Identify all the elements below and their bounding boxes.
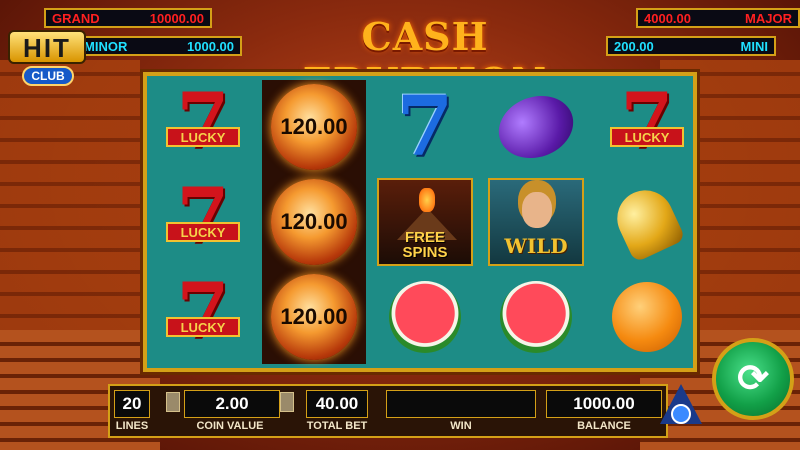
eye-icon <box>671 404 691 424</box>
coin-value-label: COIN VALUE <box>196 420 264 432</box>
lines-label: LINES <box>115 420 149 432</box>
grand-jackpot: GRAND 10000.00 <box>44 8 212 28</box>
major-jackpot-value: 4000.00 <box>644 10 691 26</box>
mini-jackpot-value: 200.00 <box>614 38 654 54</box>
balance-label: BALANCE <box>577 420 631 432</box>
watermelon-symbol <box>373 270 477 364</box>
orange-symbol <box>595 270 699 364</box>
grand-jackpot-label: GRAND <box>52 10 100 26</box>
coin-value[interactable]: 2.00 <box>184 390 280 418</box>
logo-sub: CLUB <box>22 66 74 86</box>
cash-fireball-symbol: 120.00 <box>262 270 366 364</box>
spin-button[interactable]: ⟳ <box>712 338 794 420</box>
hitclub-logo: HIT CLUB <box>8 26 86 90</box>
blue-seven-symbol: 7 <box>396 79 454 175</box>
reel-2: 120.00 120.00 120.00 <box>262 80 366 364</box>
lucky-seven-symbol: 7 LUCKY <box>151 175 255 269</box>
lines-value[interactable]: 20 <box>114 390 150 418</box>
major-jackpot-label: MAJOR <box>745 10 792 26</box>
fireball-value: 120.00 <box>280 114 348 139</box>
minor-jackpot-value: 1000.00 <box>187 38 234 54</box>
watermelon-symbol <box>484 270 588 364</box>
coin-decrease-button[interactable] <box>166 392 180 412</box>
fireball-value: 120.00 <box>280 304 348 329</box>
mini-jackpot-label: MINI <box>740 38 768 54</box>
win-label: WIN <box>450 420 472 432</box>
refresh-icon: ⟳ <box>737 358 769 400</box>
wild-goddess-symbol: WILD <box>484 175 588 269</box>
paytable-info-button[interactable] <box>660 384 702 436</box>
reel-1: 7 LUCKY 7 LUCKY 7 LUCKY <box>151 80 255 364</box>
reels-frame: 7 LUCKY 7 LUCKY 7 LUCKY 120.00 120.00 120.0… <box>143 72 697 372</box>
major-jackpot: 4000.00 MAJOR <box>636 8 800 28</box>
balance-value: 1000.00 <box>546 390 662 418</box>
coin-increase-button[interactable] <box>280 392 294 412</box>
plum-symbol <box>484 80 588 174</box>
minor-jackpot: MINOR 1000.00 <box>76 36 242 56</box>
lucky-seven-symbol: 7 LUCKY <box>595 80 699 174</box>
grand-jackpot-value: 10000.00 <box>149 10 204 26</box>
fireball-value: 120.00 <box>280 209 348 234</box>
mini-jackpot: 200.00 MINI <box>606 36 776 56</box>
lucky-seven-symbol: 7 LUCKY <box>151 80 255 174</box>
reel-5: 7 LUCKY <box>595 80 699 364</box>
cash-fireball-symbol: 120.00 <box>262 175 366 269</box>
total-bet-value: 40.00 <box>306 390 368 418</box>
win-value <box>386 390 536 418</box>
logo-brand: HIT <box>8 30 86 64</box>
free-spins-volcano-symbol: FREE SPINS <box>373 175 477 269</box>
lucky-seven-symbol: 7 LUCKY <box>151 270 255 364</box>
reel-3: 7 FREE SPINS <box>373 80 477 364</box>
cash-fireball-symbol: 120.00 <box>262 80 366 174</box>
total-bet-label: TOTAL BET <box>306 420 368 432</box>
bell-symbol <box>595 175 699 269</box>
reel-4: WILD <box>484 80 588 364</box>
minor-jackpot-label: MINOR <box>84 38 128 54</box>
bet-panel: 20 LINES 2.00 COIN VALUE 40.00 TOTAL BET… <box>108 384 668 438</box>
